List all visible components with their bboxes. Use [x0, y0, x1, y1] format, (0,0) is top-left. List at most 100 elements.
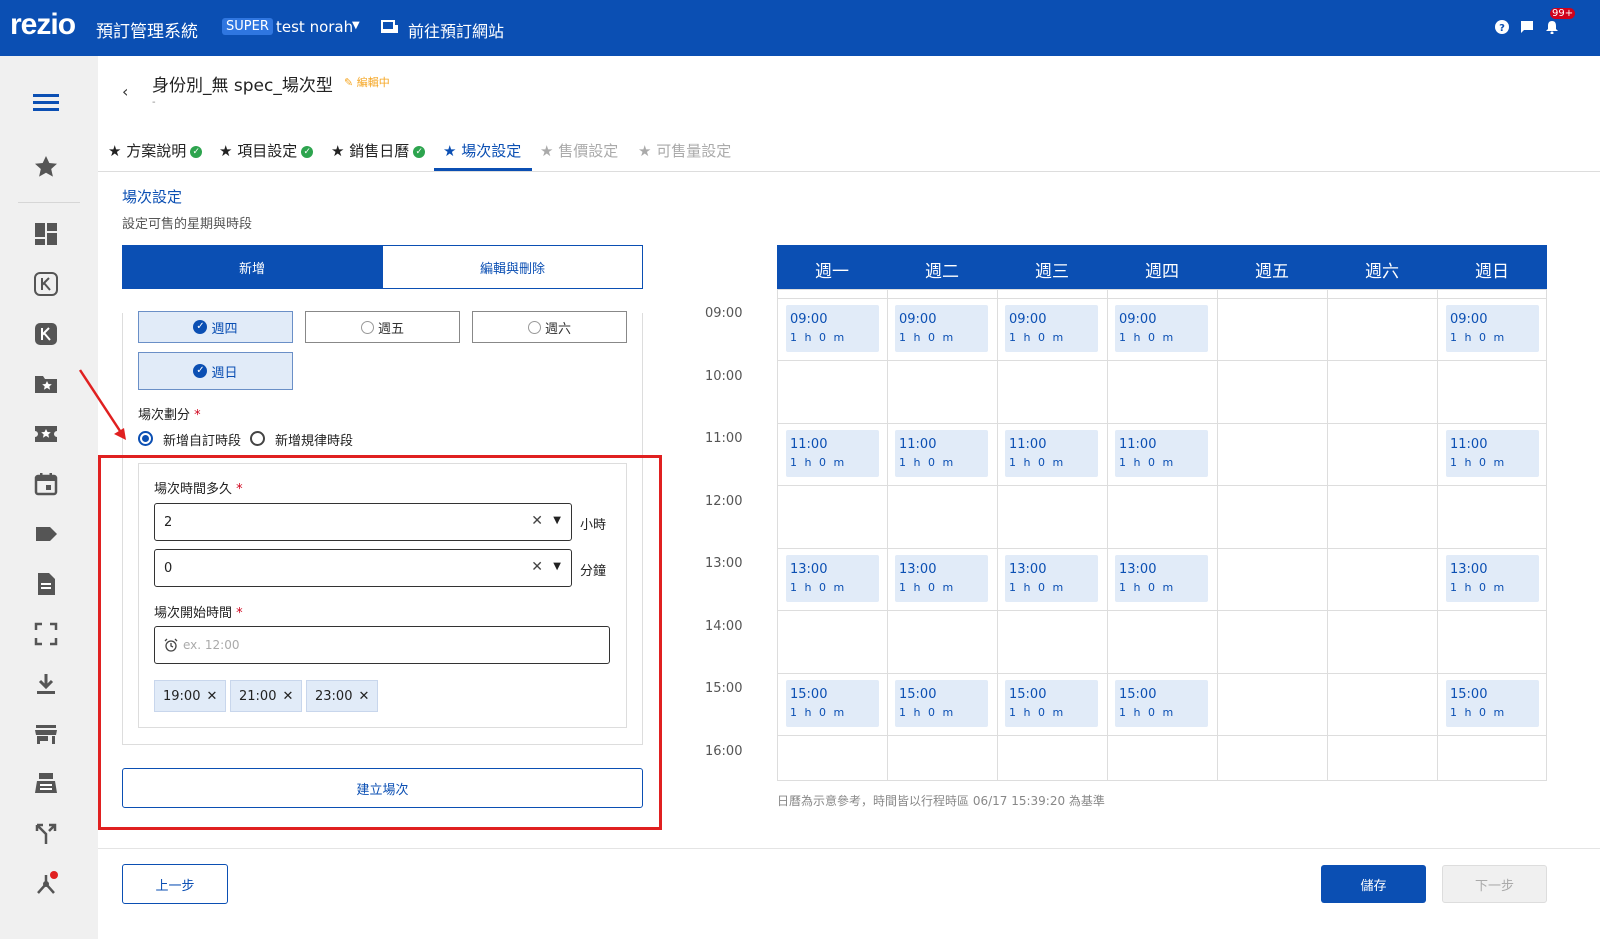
- notification-count-badge: 99+: [1550, 8, 1576, 19]
- slot-time: 09:00: [1119, 312, 1157, 327]
- main-panel: ‹ 身份別_無 spec_場次型 ✎ 編輯中 - ★ 方案說明 ✓ ★ 項目設定 ✓…: [78, 56, 1600, 939]
- edit-delete-segment-button[interactable]: 編輯與刪除: [382, 245, 643, 289]
- calendar-slot[interactable]: 15:00 1 h 0 m: [895, 680, 988, 727]
- grid-line: [778, 485, 1546, 486]
- feedback-icon[interactable]: [1520, 20, 1534, 34]
- day-chip-sunday[interactable]: ✓ 週日: [138, 352, 293, 390]
- calendar-slot[interactable]: 13:00 1 h 0 m: [1446, 555, 1539, 602]
- radio-regular-slot[interactable]: [250, 431, 265, 446]
- calendar-note: 日曆為示意參考，時間皆以行程時區 06/17 15:39:20 為基準: [777, 794, 1105, 808]
- grid-line: [778, 610, 1546, 611]
- ticket-star-icon[interactable]: [33, 421, 59, 447]
- tab-label: ★ 項目設定: [219, 142, 298, 160]
- required-mark: *: [194, 408, 201, 423]
- radio-custom-slot[interactable]: [138, 431, 153, 446]
- grid-line: [778, 360, 1546, 361]
- grid-line: [778, 423, 1546, 424]
- slot-time: 11:00: [1450, 437, 1488, 452]
- pos-terminal-icon[interactable]: [33, 771, 59, 797]
- slot-time: 13:00: [1009, 562, 1047, 577]
- slot-duration: 1 h 0 m: [1119, 456, 1176, 469]
- save-button[interactable]: 儲存: [1321, 865, 1426, 903]
- calendar-slot[interactable]: 13:00 1 h 0 m: [786, 555, 879, 602]
- download-icon[interactable]: [33, 671, 59, 697]
- calendar-slot[interactable]: 15:00 1 h 0 m: [1005, 680, 1098, 727]
- store-icon[interactable]: [33, 721, 59, 747]
- section-subtitle: 設定可售的星期與時段: [122, 217, 253, 232]
- folder-star-icon[interactable]: [33, 371, 59, 397]
- day-chip-thursday[interactable]: ✓ 週四: [138, 311, 293, 343]
- goto-booking-site-link[interactable]: 前往預訂網站: [408, 18, 504, 42]
- calendar-slot[interactable]: 13:00 1 h 0 m: [1115, 555, 1208, 602]
- tab-session-settings[interactable]: ★ 場次設定: [443, 140, 521, 161]
- slot-duration: 1 h 0 m: [1009, 456, 1066, 469]
- fullscreen-icon[interactable]: [33, 621, 59, 647]
- label-icon[interactable]: [33, 521, 59, 547]
- calendar-day-header: 週六: [1365, 262, 1399, 282]
- calendar-slot[interactable]: 15:00 1 h 0 m: [786, 680, 879, 727]
- calendar-slot[interactable]: 09:00 1 h 0 m: [1005, 305, 1098, 352]
- rezio-logo[interactable]: rezio: [10, 8, 76, 42]
- calendar-day-header: 週五: [1255, 262, 1289, 282]
- k-outline-icon[interactable]: [33, 271, 59, 297]
- calendar-slot[interactable]: 09:00 1 h 0 m: [1115, 305, 1208, 352]
- user-name[interactable]: test norah: [276, 18, 353, 36]
- slot-duration: 1 h 0 m: [790, 331, 847, 344]
- k-filled-icon[interactable]: [33, 321, 59, 347]
- back-chevron-icon[interactable]: ‹: [122, 82, 128, 101]
- slot-duration: 1 h 0 m: [790, 581, 847, 594]
- tab-item-settings[interactable]: ★ 項目設定 ✓: [219, 140, 314, 161]
- tab-sales-calendar[interactable]: ★ 銷售日曆 ✓: [331, 140, 426, 161]
- slot-time: 09:00: [1009, 312, 1047, 327]
- previous-step-button[interactable]: 上一步: [122, 864, 228, 904]
- calendar-slot[interactable]: 09:00 1 h 0 m: [895, 305, 988, 352]
- calendar-icon[interactable]: [33, 471, 59, 497]
- check-circle-icon: ✓: [193, 364, 208, 378]
- calendar-day-header: 週四: [1145, 262, 1179, 282]
- menu-icon[interactable]: [33, 90, 59, 116]
- slot-duration: 1 h 0 m: [1119, 331, 1176, 344]
- devices-icon[interactable]: [381, 20, 399, 34]
- calendar-slot[interactable]: 11:00 1 h 0 m: [786, 430, 879, 477]
- slot-duration: 1 h 0 m: [790, 706, 847, 719]
- hierarchy-icon[interactable]: [33, 871, 59, 897]
- calendar-slot[interactable]: 11:00 1 h 0 m: [1115, 430, 1208, 477]
- calendar-slot[interactable]: 11:00 1 h 0 m: [1446, 430, 1539, 477]
- edit-status-text: 編輯中: [356, 76, 390, 89]
- document-icon[interactable]: [33, 571, 59, 597]
- day-chip-saturday[interactable]: 週六: [472, 311, 627, 343]
- bell-icon[interactable]: [1545, 20, 1559, 34]
- calendar-slot[interactable]: 13:00 1 h 0 m: [895, 555, 988, 602]
- calendar-slot[interactable]: 09:00 1 h 0 m: [786, 305, 879, 352]
- dashboard-icon[interactable]: [33, 221, 59, 247]
- help-icon[interactable]: ?: [1495, 20, 1509, 34]
- add-segment-button[interactable]: 新增: [122, 245, 382, 289]
- day-chip-friday[interactable]: 週五: [305, 311, 460, 343]
- calendar-slot[interactable]: 15:00 1 h 0 m: [1115, 680, 1208, 727]
- slot-time: 11:00: [899, 437, 937, 452]
- tab-plan-description[interactable]: ★ 方案說明 ✓: [108, 140, 203, 161]
- top-bar: rezio 預訂管理系統 SUPER test norah ▼ 前往預訂網站 ?…: [0, 0, 1600, 56]
- slot-time: 11:00: [1009, 437, 1047, 452]
- grid-line: [1217, 290, 1218, 780]
- calendar-slot[interactable]: 11:00 1 h 0 m: [1005, 430, 1098, 477]
- next-step-button: 下一步: [1442, 865, 1547, 903]
- check-circle-icon: ✓: [190, 145, 203, 158]
- calendar-slot[interactable]: 13:00 1 h 0 m: [1005, 555, 1098, 602]
- day-chip-label: 週六: [544, 321, 571, 337]
- tab-price-settings: ★ 售價設定: [540, 140, 618, 161]
- radio-regular-label: 新增規律時段: [275, 434, 354, 449]
- calendar-slot[interactable]: 11:00 1 h 0 m: [895, 430, 988, 477]
- tab-label: ★ 售價設定: [540, 142, 619, 160]
- star-icon[interactable]: [33, 154, 59, 180]
- grid-line: [1327, 290, 1328, 780]
- day-chip-label: 週五: [377, 321, 404, 337]
- calendar-day-header: 週一: [815, 262, 849, 282]
- slot-duration: 1 h 0 m: [899, 456, 956, 469]
- slot-duration: 1 h 0 m: [1450, 706, 1507, 719]
- merge-icon[interactable]: [33, 821, 59, 847]
- hour-label: 14:00: [705, 619, 743, 634]
- calendar-slot[interactable]: 15:00 1 h 0 m: [1446, 680, 1539, 727]
- user-menu-caret-icon[interactable]: ▼: [352, 20, 360, 31]
- calendar-slot[interactable]: 09:00 1 h 0 m: [1446, 305, 1539, 352]
